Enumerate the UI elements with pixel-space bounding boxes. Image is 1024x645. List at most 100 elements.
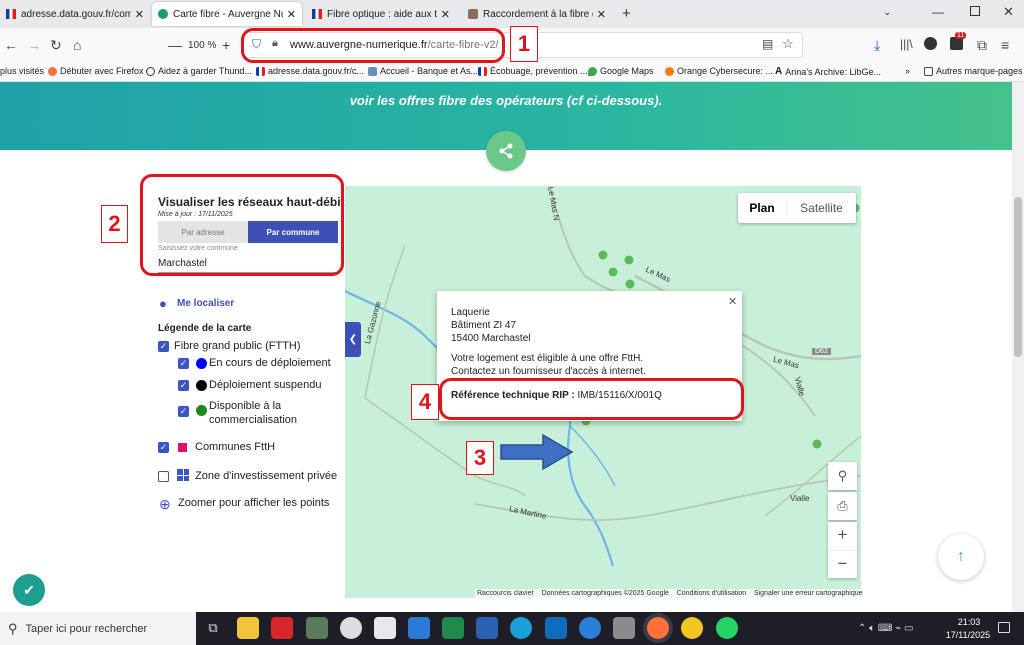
library-icon[interactable]: |||\ [900, 37, 913, 51]
app-icon[interactable] [613, 617, 635, 639]
taskbar-date[interactable]: 17/11/2025 [940, 630, 996, 640]
account-icon[interactable] [924, 37, 937, 50]
more-bookmarks-icon[interactable]: » [905, 66, 910, 76]
whatsapp-icon[interactable] [716, 617, 738, 639]
private-zone-checkbox[interactable] [158, 471, 169, 482]
close-window-icon[interactable]: ✕ [1003, 4, 1014, 20]
grid-icon [177, 469, 189, 481]
bookmark-item[interactable]: adresse.data.gouv.fr/c... [256, 66, 364, 76]
taskbar-time[interactable]: 21:03 [946, 617, 992, 627]
bookmark-item[interactable]: Aidez à garder Thund... [146, 66, 252, 76]
file-explorer-icon[interactable] [237, 617, 259, 639]
bookmark-folder[interactable]: Autres marque-pages [924, 66, 1023, 76]
france-flag-icon [312, 9, 322, 19]
tab-carte-fibre[interactable]: Carte fibre - Auvergne Numériq ✕ [152, 2, 302, 26]
vpn-icon[interactable] [681, 617, 703, 639]
app-icon[interactable] [306, 617, 328, 639]
taskbar-search[interactable]: ⚲ Taper ici pour rechercher [0, 612, 196, 645]
annotation-arrow-icon [500, 433, 574, 471]
app-icon[interactable] [579, 617, 601, 639]
bookmark-label: Écobuage, prévention ... [490, 66, 588, 76]
annotation-box-1 [241, 28, 505, 63]
chevron-down-icon[interactable]: ⌄ [883, 7, 891, 18]
map-zoom-out-button[interactable]: − [828, 550, 857, 578]
menu-icon[interactable]: ≡ [1001, 37, 1009, 53]
map-print-button[interactable]: ⎙ [828, 492, 857, 520]
available-checkbox[interactable]: ✓ [178, 406, 189, 417]
close-icon[interactable]: ✕ [728, 295, 737, 308]
word-icon[interactable] [476, 617, 498, 639]
app-icon[interactable] [340, 617, 362, 639]
new-tab-icon[interactable]: + [622, 5, 631, 22]
scrollbar-thumb[interactable] [1014, 197, 1022, 357]
tab-adresse[interactable]: adresse.data.gouv.fr/commune/ ✕ [0, 2, 150, 26]
attrib-terms[interactable]: Conditions d'utilisation [677, 590, 746, 597]
communes-checkbox[interactable]: ✓ [158, 442, 169, 453]
legend-ftth: Fibre grand public (FTTH) [174, 340, 301, 352]
zoom-level[interactable]: 100 % [188, 40, 216, 51]
forward-icon[interactable]: → [27, 37, 41, 53]
folder-icon [924, 66, 933, 76]
map-type-plan[interactable]: Plan [738, 201, 786, 215]
close-icon[interactable]: ✕ [441, 8, 450, 21]
map-zoom-in-button[interactable]: + [838, 522, 848, 550]
accessibility-button[interactable]: ✔ [13, 574, 45, 606]
download-icon[interactable]: ⤓ [874, 37, 880, 54]
scroll-top-button[interactable]: ↑ [938, 534, 984, 580]
firefox-icon[interactable] [647, 617, 669, 639]
reload-icon[interactable]: ↻ [50, 37, 62, 54]
bookmark-label: Google Maps [600, 66, 654, 76]
bookmark-star-icon[interactable]: ☆ [782, 36, 794, 52]
reader-view-icon[interactable]: ▤ [762, 37, 773, 51]
close-icon[interactable]: ✕ [135, 8, 144, 21]
maximize-icon[interactable] [970, 6, 980, 16]
collapse-panel-button[interactable]: ❮ [345, 322, 361, 357]
task-view-icon[interactable]: ⧉ [202, 617, 224, 639]
deploying-checkbox[interactable]: ✓ [178, 358, 189, 369]
close-icon[interactable]: ✕ [287, 8, 296, 21]
tab-raccordement[interactable]: Raccordement à la fibre optique ✕ [462, 2, 612, 26]
tab-fibre-optique[interactable]: Fibre optique : aide aux travaux ✕ [306, 2, 456, 26]
map-locate-button[interactable]: ⚲ [828, 462, 857, 490]
pdf-reader-icon[interactable] [271, 617, 293, 639]
france-flag-icon [478, 66, 487, 76]
bookmark-label: Orange Cybersecure: ... [677, 66, 774, 76]
ftth-checkbox[interactable]: ✓ [158, 341, 169, 352]
system-tray-icons[interactable]: ⌃ 🔈︎ ⌨ ⌁ ▭ [858, 623, 913, 634]
bookmark-item[interactable]: plus visités [0, 66, 44, 76]
bookmark-item[interactable]: A Anna's Archive: LibGe... [775, 66, 881, 77]
app-icon[interactable] [408, 617, 430, 639]
france-flag-icon [6, 9, 16, 19]
minimize-icon[interactable]: — [932, 5, 944, 19]
close-icon[interactable]: ✕ [597, 8, 606, 21]
globe-icon [146, 66, 155, 76]
bookmark-item[interactable]: Accueil - Banque et As... [368, 66, 478, 76]
share-button[interactable] [486, 131, 526, 171]
bookmark-label: plus visités [0, 66, 45, 76]
map-type-satellite[interactable]: Satellite [786, 201, 856, 215]
puzzle-icon[interactable]: ⧉ [977, 37, 987, 54]
bookmark-item[interactable]: Débuter avec Firefox [48, 66, 144, 76]
outlook-icon[interactable] [545, 617, 567, 639]
edge-icon[interactable] [510, 617, 532, 639]
tab-bar: adresse.data.gouv.fr/commune/ ✕ Carte fi… [0, 0, 1024, 28]
attrib-keyboard[interactable]: Raccourcis clavier [477, 590, 534, 597]
bookmark-item[interactable]: Écobuage, prévention ... [478, 66, 588, 76]
home-icon[interactable]: ⌂ [73, 37, 81, 53]
bookmark-label: Accueil - Banque et As... [380, 66, 479, 76]
tab-label: Carte fibre - Auvergne Numériq [173, 8, 283, 20]
page-scrollbar[interactable] [1012, 82, 1024, 612]
bookmark-item[interactable]: Google Maps [588, 66, 654, 76]
anna-icon: A [775, 66, 783, 77]
store-icon[interactable] [374, 617, 396, 639]
notifications-icon[interactable] [998, 622, 1010, 633]
zoom-out-icon[interactable]: — [168, 37, 182, 53]
suspended-checkbox[interactable]: ✓ [178, 380, 189, 391]
attrib-report[interactable]: Signaler une erreur cartographique [754, 590, 863, 597]
excel-icon[interactable] [442, 617, 464, 639]
locate-me-link[interactable]: Me localiser [177, 298, 234, 309]
back-icon[interactable]: ← [4, 37, 18, 53]
map-pin-icon [588, 66, 597, 76]
zoom-in-icon[interactable]: + [222, 37, 230, 53]
bookmark-item[interactable]: Orange Cybersecure: ... [665, 66, 773, 76]
